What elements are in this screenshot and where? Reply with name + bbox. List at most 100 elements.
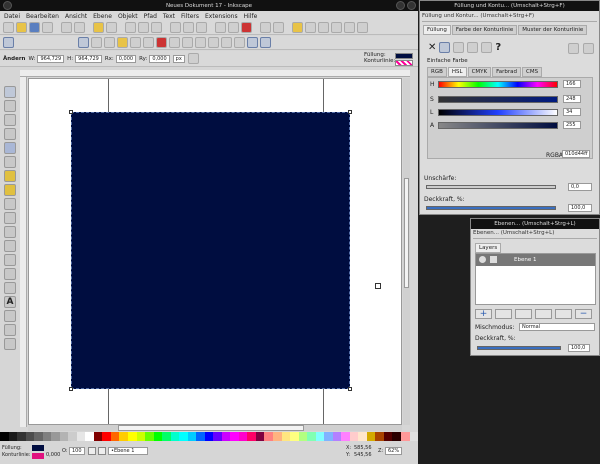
flat-color-icon[interactable] — [439, 42, 451, 53]
snap-midpoints-icon[interactable] — [195, 37, 206, 48]
palette-swatch[interactable] — [110, 432, 120, 441]
node-tool-icon[interactable] — [4, 100, 16, 112]
layers-dock-tab[interactable]: Ebenen... (Umschalt+Strg+L) — [473, 230, 597, 239]
fill-rule-nonzero-icon[interactable] — [583, 43, 594, 54]
snap-enable-icon[interactable] — [3, 37, 14, 48]
snap-rotation-center-icon[interactable] — [221, 37, 232, 48]
fill-stroke-dialog-icon[interactable] — [292, 22, 303, 33]
channel-l-slider[interactable] — [438, 109, 558, 116]
palette-swatch[interactable] — [332, 432, 342, 441]
rx-input[interactable]: 0,000 — [115, 54, 137, 63]
bucket-tool-icon[interactable] — [4, 282, 16, 294]
style-stroke-swatch[interactable] — [395, 60, 413, 66]
layer-to-top-icon[interactable] — [495, 309, 512, 319]
palette-swatch[interactable] — [59, 432, 69, 441]
snap-page-icon[interactable] — [234, 37, 245, 48]
pen-tool-icon[interactable] — [4, 226, 16, 238]
palette-swatch[interactable] — [76, 432, 86, 441]
unit-select[interactable]: px — [172, 54, 185, 63]
palette-swatch[interactable] — [213, 432, 222, 441]
unlink-clone-icon[interactable] — [241, 22, 252, 33]
palette-swatch[interactable] — [255, 432, 265, 441]
palette-swatch[interactable] — [238, 432, 248, 441]
import-icon[interactable] — [61, 22, 72, 33]
palette-swatch[interactable] — [358, 432, 367, 441]
tab-cms[interactable]: CMS — [522, 67, 543, 77]
window-menu-icon[interactable] — [3, 1, 12, 10]
ungroup-icon[interactable] — [273, 22, 284, 33]
palette-swatch[interactable] — [290, 432, 299, 441]
rectangle-tool-icon[interactable] — [4, 142, 16, 154]
palette-swatch[interactable] — [375, 432, 384, 441]
snap-bbox-corner-icon[interactable] — [104, 37, 115, 48]
palette-swatch[interactable] — [0, 432, 9, 441]
snap-grid-icon[interactable] — [247, 37, 258, 48]
fill-opacity-input[interactable]: 100,0 — [568, 204, 592, 212]
handle-bottom-left[interactable] — [69, 387, 73, 391]
snap-object-centers-icon[interactable] — [208, 37, 219, 48]
align-dialog-icon[interactable] — [344, 22, 355, 33]
menu-ansicht[interactable]: Ansicht — [65, 13, 87, 20]
radial-gradient-icon[interactable] — [467, 42, 479, 53]
palette-swatch[interactable] — [230, 432, 239, 441]
palette-swatch[interactable] — [366, 432, 376, 441]
layer-eye-icon[interactable] — [479, 256, 486, 263]
new-document-icon[interactable] — [3, 22, 14, 33]
palette-swatch[interactable] — [281, 432, 291, 441]
zoom-tool-icon[interactable] — [4, 128, 16, 140]
handle-top-left[interactable] — [69, 110, 73, 114]
palette-swatch[interactable] — [349, 432, 359, 441]
cut-icon[interactable] — [138, 22, 149, 33]
clone-icon[interactable] — [228, 22, 239, 33]
layer-visibility-icon[interactable] — [88, 447, 96, 455]
palette-swatch[interactable] — [298, 432, 308, 441]
layers-dialog-icon[interactable] — [318, 22, 329, 33]
pattern-icon[interactable] — [481, 42, 493, 53]
menu-hilfe[interactable]: Hilfe — [244, 13, 258, 20]
snap-bbox-edge-icon[interactable] — [91, 37, 102, 48]
width-input[interactable]: 964,729 — [37, 54, 65, 63]
tab-layers[interactable]: Layers — [475, 243, 502, 253]
palette-swatch[interactable] — [247, 432, 256, 441]
palette-swatch[interactable] — [324, 432, 333, 441]
tab-rgb[interactable]: RGB — [427, 67, 447, 77]
vertical-scrollbar[interactable] — [403, 78, 410, 425]
tab-hsl[interactable]: HSL — [447, 67, 467, 77]
duplicate-icon[interactable] — [215, 22, 226, 33]
tab-stroke-style[interactable]: Muster der Konturlinie — [518, 25, 588, 35]
palette-swatch[interactable] — [341, 432, 350, 441]
redo-icon[interactable] — [106, 22, 117, 33]
palette-swatch[interactable] — [68, 432, 77, 441]
palette-swatch[interactable] — [25, 432, 35, 441]
palette-swatch[interactable] — [162, 432, 171, 441]
handle-top-right[interactable] — [348, 110, 352, 114]
rgba-input[interactable]: 010d44ff — [562, 150, 590, 158]
blur-input[interactable]: 0,0 — [568, 183, 592, 191]
palette-swatch[interactable] — [17, 432, 26, 441]
ellipse-tool-icon[interactable] — [4, 170, 16, 182]
channel-a-slider[interactable] — [438, 122, 558, 129]
print-icon[interactable] — [42, 22, 53, 33]
selected-rectangle[interactable] — [71, 112, 350, 389]
open-folder-icon[interactable] — [16, 22, 27, 33]
tab-stroke-paint[interactable]: Farbe der Konturlinie — [451, 25, 518, 35]
fill-opacity-slider[interactable] — [426, 206, 556, 210]
snap-paths-icon[interactable] — [156, 37, 167, 48]
unset-paint-icon[interactable]: ? — [495, 42, 501, 53]
snap-guide-icon[interactable] — [260, 37, 271, 48]
channel-s-input[interactable]: 248 — [563, 95, 581, 103]
make-sharp-corners-icon[interactable] — [187, 53, 199, 64]
palette-swatch[interactable] — [34, 432, 43, 441]
undo-icon[interactable] — [93, 22, 104, 33]
menu-filters[interactable]: Filters — [181, 13, 199, 20]
palette-swatch[interactable] — [307, 432, 316, 441]
eraser-tool-icon[interactable] — [4, 268, 16, 280]
layer-row[interactable]: Ebene 1 — [476, 254, 595, 266]
star-tool-icon[interactable] — [4, 184, 16, 196]
linear-gradient-icon[interactable] — [453, 42, 465, 53]
palette-swatch[interactable] — [136, 432, 146, 441]
remove-layer-icon[interactable]: − — [575, 309, 592, 319]
channel-h-input[interactable]: 166 — [563, 80, 581, 88]
tab-wheel[interactable]: Farbrad — [492, 67, 522, 77]
tweak-tool-icon[interactable] — [4, 114, 16, 126]
